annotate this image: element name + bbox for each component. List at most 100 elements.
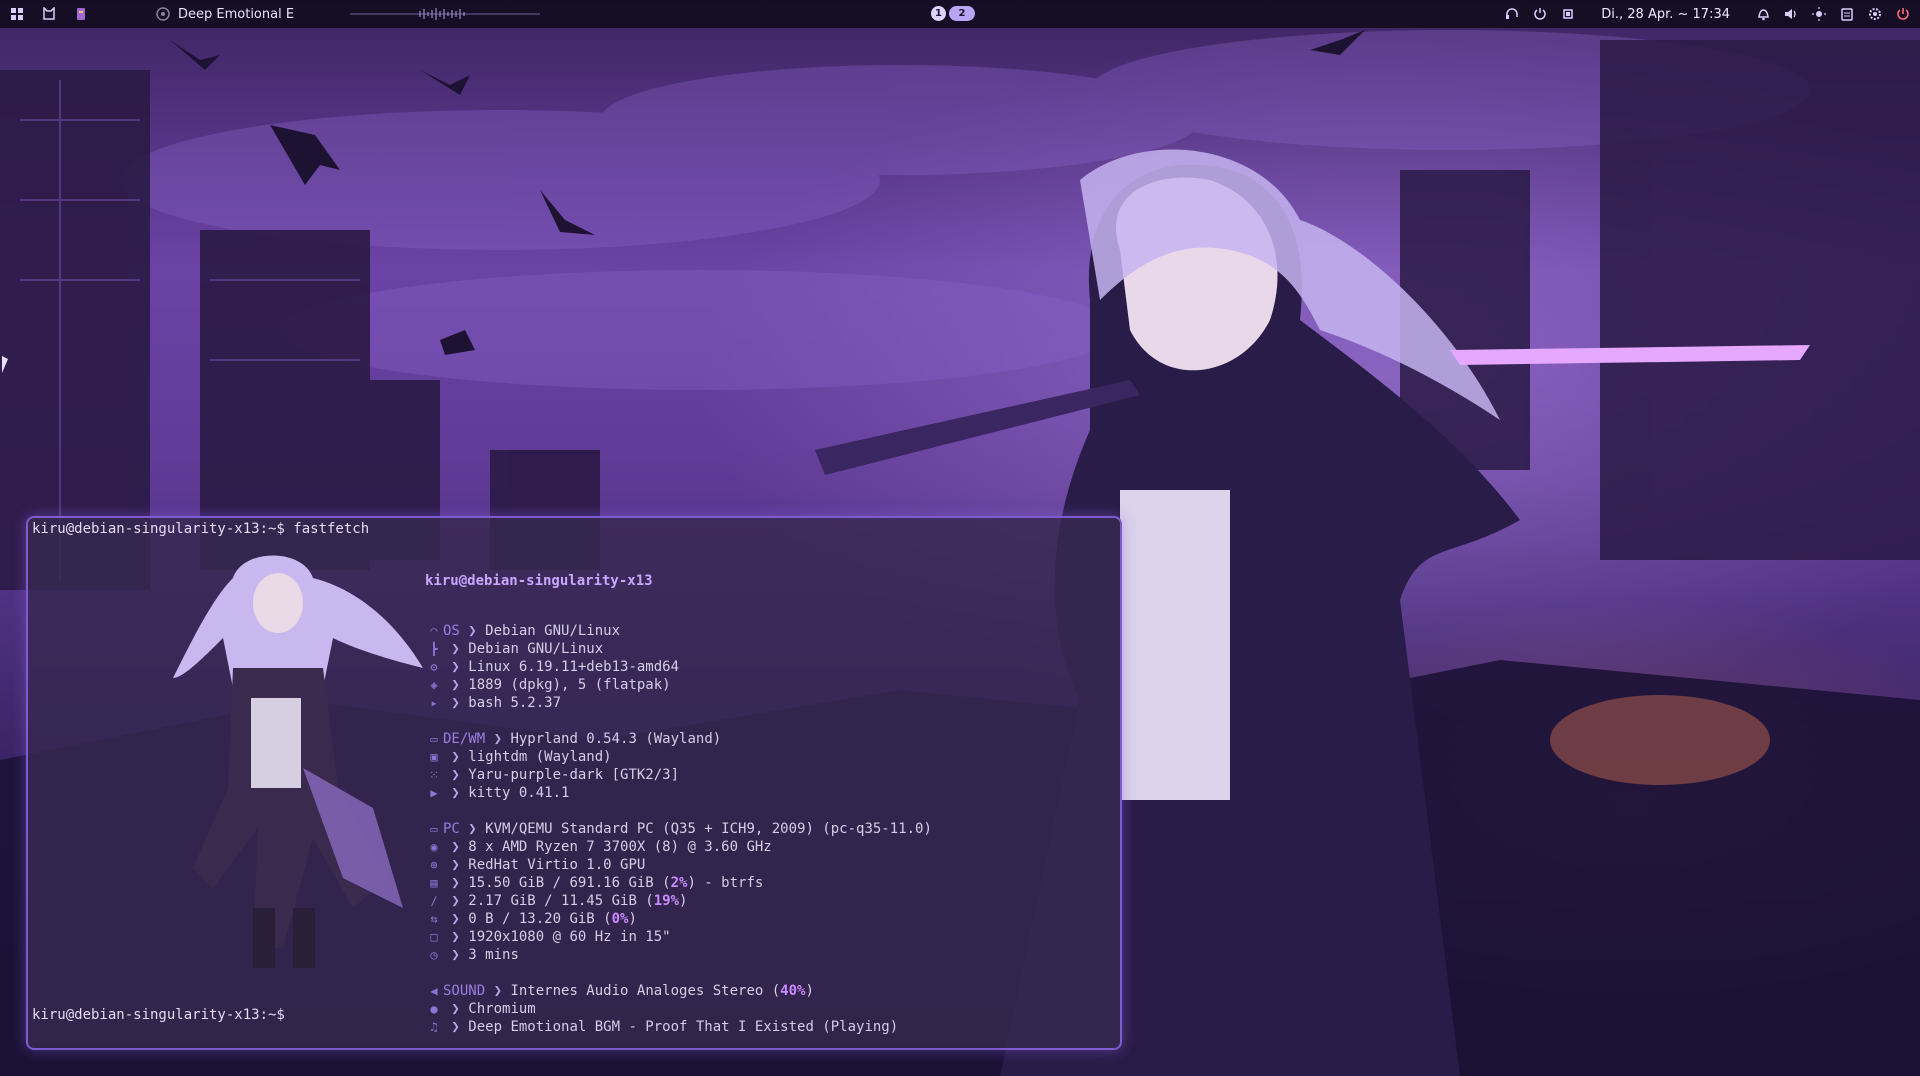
info-value: Deep Emotional BGM - Proof That I Existe…: [468, 1019, 899, 1035]
debian-icon: ◠: [430, 624, 438, 638]
media-title[interactable]: Deep Emotional E: [178, 7, 294, 22]
chevron-right-icon: ❯: [485, 983, 511, 999]
info-suffix: ): [628, 911, 637, 927]
laptop-icon: ▭: [430, 822, 438, 836]
info-value: 3 mins: [468, 947, 519, 963]
info-line: ◉ ❯ 8 x AMD Ryzen 7 3700X (8) @ 3.60 GHz: [425, 838, 932, 856]
mouse-cursor: [2, 356, 8, 373]
monitor-icon: ▣: [430, 750, 438, 764]
info-value: Chromium: [468, 1001, 536, 1017]
info-key-label: PC: [443, 821, 460, 837]
info-value: Debian GNU/Linux: [468, 641, 604, 657]
info-key: ◈: [425, 676, 443, 694]
info-suffix: ): [805, 983, 814, 999]
info-key-label: SOUND: [443, 983, 486, 999]
info-value: Internes Audio Analoges Stereo (: [510, 983, 781, 999]
chevron-right-icon: ❯: [443, 947, 469, 963]
info-value: RedHat Virtio 1.0 GPU: [468, 857, 646, 873]
media-player-icon[interactable]: [74, 7, 88, 21]
info-value: 0 B / 13.20 GiB (: [468, 911, 612, 927]
info-key: ∕: [425, 892, 443, 910]
info-value: 8 x AMD Ryzen 7 3700X (8) @ 3.60 GHz: [468, 839, 772, 855]
host-header: kiru@debian-singularity-x13: [425, 573, 653, 589]
chevron-right-icon: ❯: [443, 929, 469, 945]
apps-grid-icon[interactable]: [10, 7, 24, 21]
info-line: ▭ PC ❯ KVM/QEMU Standard PC (Q35 + ICH9, …: [425, 820, 932, 838]
tree-branch-icon: ┣: [430, 642, 438, 656]
audio-visualizer: [350, 8, 540, 20]
shell-icon: ▸: [430, 696, 438, 710]
clock[interactable]: Di., 28 Apr. ~ 17:34: [1601, 7, 1730, 22]
settings-gear-icon[interactable]: [1868, 7, 1882, 21]
speaker-icon: ◀: [430, 984, 438, 998]
info-value: Hyprland 0.54.3 (Wayland): [510, 731, 722, 747]
workspace-switcher: 1 2: [931, 6, 975, 21]
terminal-icon: ▶: [430, 786, 438, 800]
cpu-icon: ◉: [430, 840, 438, 854]
chevron-right-icon: ❯: [459, 623, 486, 639]
cpu-icon[interactable]: [1561, 7, 1575, 21]
info-key: ⚙: [425, 658, 443, 676]
info-line: ⊕ ❯ RedHat Virtio 1.0 GPU: [425, 856, 932, 874]
info-line: ▭ DE/WM ❯ Hyprland 0.54.3 (Wayland): [425, 730, 932, 748]
info-value: KVM/QEMU Standard PC (Q35 + ICH9, 2009) …: [485, 821, 932, 837]
power-icon[interactable]: [1896, 7, 1910, 21]
info-line: ◠ OS ❯ Debian GNU/Linux: [425, 622, 932, 640]
info-line: ⁙ ❯ Yaru-purple-dark [GTK2/3]: [425, 766, 932, 784]
top-bar-left: Deep Emotional E: [10, 0, 294, 28]
info-line: ⚙ ❯ Linux 6.19.11+deb13-amd64: [425, 658, 932, 676]
kitty-cat-icon[interactable]: [42, 7, 56, 21]
chevron-right-icon: ❯: [443, 785, 469, 801]
info-key: ⊕: [425, 856, 443, 874]
info-key: ▸: [425, 694, 443, 712]
package-icon: ◈: [430, 678, 438, 692]
info-line: ♫ ❯ Deep Emotional BGM - Proof That I Ex…: [425, 1018, 932, 1036]
power-cycle-icon[interactable]: [1533, 7, 1547, 21]
brightness-icon[interactable]: [1812, 7, 1826, 21]
info-percent: 19%: [653, 893, 680, 909]
info-key: ◠ OS: [425, 622, 459, 640]
workspace-1-button[interactable]: 1: [931, 6, 946, 21]
clipboard-icon[interactable]: [1840, 7, 1854, 21]
ascii-logo-character-art: [173, 555, 423, 968]
clock-icon: ◷: [430, 948, 438, 962]
info-line: ∕ ❯ 2.17 GiB / 11.45 GiB (19%): [425, 892, 932, 910]
info-suffix: ): [679, 893, 688, 909]
prompt-command-line: kiru@debian-singularity-x13:~$ fastfetch: [32, 521, 370, 537]
info-key: ◀ SOUND: [425, 982, 485, 1000]
chevron-right-icon: ❯: [443, 767, 469, 783]
info-line: ◷ ❯ 3 mins: [425, 946, 932, 964]
info-key-label: DE/WM: [443, 731, 486, 747]
chevron-right-icon: ❯: [443, 857, 469, 873]
workspace-2-button[interactable]: 2: [949, 6, 975, 21]
chevron-right-icon: ❯: [443, 1019, 469, 1035]
disc-icon[interactable]: [156, 7, 170, 21]
chevron-right-icon: ❯: [443, 1001, 469, 1017]
info-sections: ◠ OS ❯ Debian GNU/Linux ┣ ❯ Debian GNU/Lin…: [425, 622, 932, 1036]
headset-icon[interactable]: [1505, 7, 1519, 21]
top-bar-right: Di., 28 Apr. ~ 17:34: [1505, 0, 1910, 28]
info-line: ⇆ ❯ 0 B / 13.20 GiB (0%): [425, 910, 932, 928]
info-value: bash 5.2.37: [468, 695, 562, 711]
info-line: ▶ ❯ kitty 0.41.1: [425, 784, 932, 802]
chevron-right-icon: ❯: [443, 839, 469, 855]
info-value: Linux 6.19.11+deb13-amd64: [468, 659, 680, 675]
info-line: ┣ ❯ Debian GNU/Linux: [425, 640, 932, 658]
disk-icon: ▤: [430, 876, 438, 890]
info-value: 2.17 GiB / 11.45 GiB (: [468, 893, 654, 909]
chevron-right-icon: ❯: [459, 821, 486, 837]
prompt-idle-line[interactable]: kiru@debian-singularity-x13:~$: [32, 1007, 285, 1023]
kitty-terminal-window[interactable]: kiru@debian-singularity-x13:~$ fastfetch…: [26, 516, 1122, 1050]
info-key: ▣: [425, 748, 443, 766]
info-key: ♫: [425, 1018, 443, 1036]
info-key: □: [425, 928, 443, 946]
info-key: ◷: [425, 946, 443, 964]
bell-icon[interactable]: [1756, 7, 1770, 21]
volume-icon[interactable]: [1784, 7, 1798, 21]
chevron-right-icon: ❯: [443, 677, 469, 693]
user-icon: ●: [430, 1002, 438, 1016]
chevron-right-icon: ❯: [443, 911, 469, 927]
info-value: Debian GNU/Linux: [485, 623, 621, 639]
